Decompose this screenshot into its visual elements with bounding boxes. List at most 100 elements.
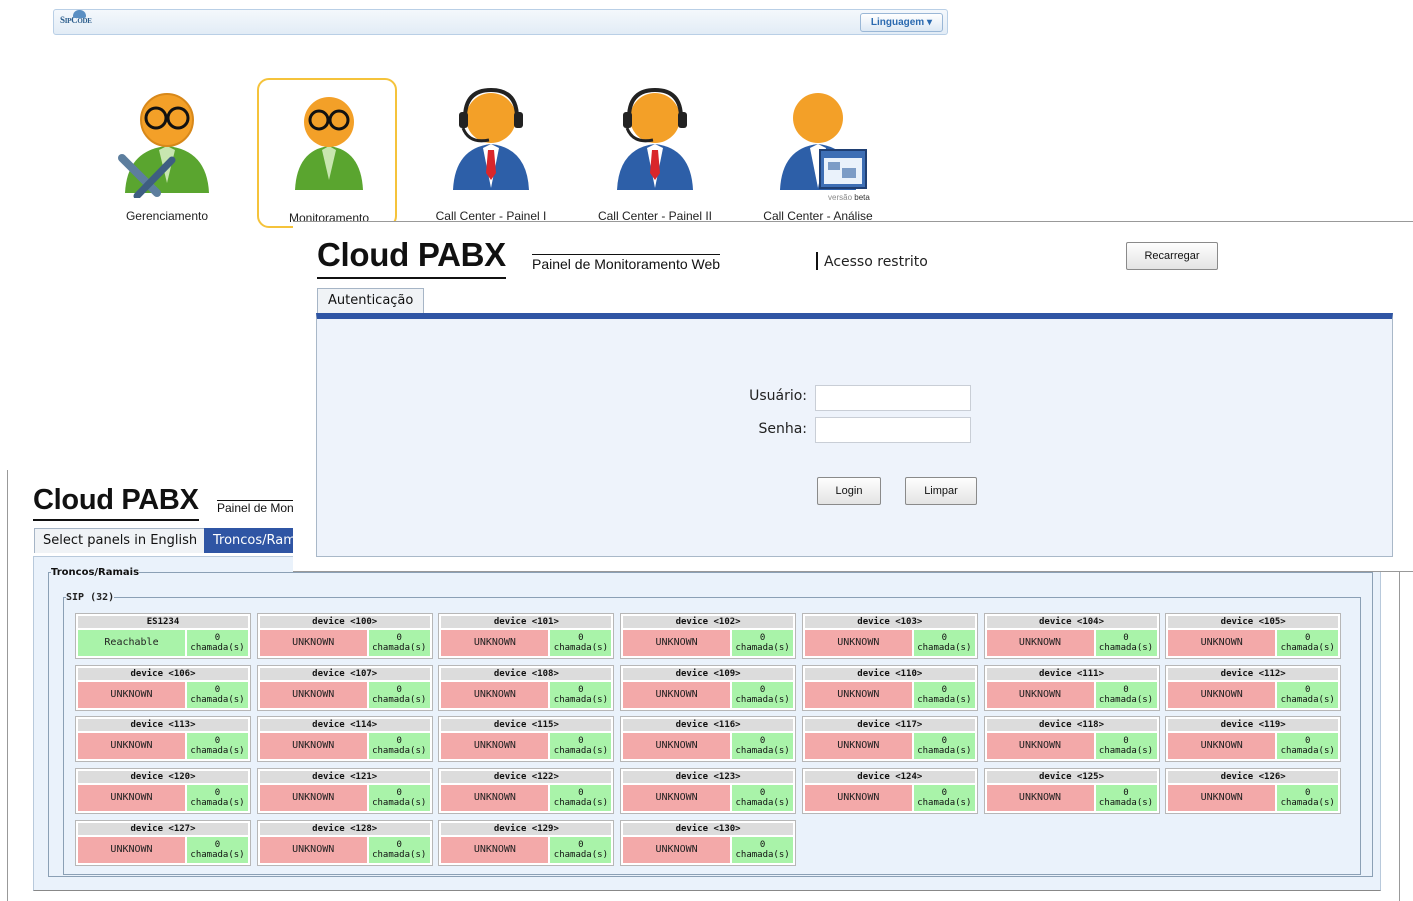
calls-count: 0 xyxy=(214,839,221,850)
device-calls: 0 chamada(s) xyxy=(1095,630,1157,656)
calls-count: 0 xyxy=(941,736,947,747)
login-button[interactable]: Login xyxy=(817,477,881,505)
device-calls: 0 chamada(s) xyxy=(1277,630,1339,656)
device-name: device <126> xyxy=(1168,771,1339,784)
device-card[interactable]: device <130> UNKNOWN 0 chamada(s) xyxy=(620,819,797,866)
calls-count: 0 xyxy=(214,736,221,747)
device-status: UNKNOWN xyxy=(259,733,367,760)
admin-tools-icon xyxy=(118,93,209,198)
device-status: UNKNOWN xyxy=(441,785,549,812)
device-status: UNKNOWN xyxy=(804,630,912,656)
device-calls: 0 chamada(s) xyxy=(550,733,612,760)
device-calls: 0 chamada(s) xyxy=(368,630,430,656)
calls-unit: chamada(s) xyxy=(372,694,427,705)
device-card[interactable]: device <128> UNKNOWN 0 chamada(s) xyxy=(256,819,433,866)
device-card[interactable]: device <116> UNKNOWN 0 chamada(s) xyxy=(620,716,797,763)
launcher-monitoramento[interactable]: Monitoramento xyxy=(257,78,397,228)
device-calls: 0 chamada(s) xyxy=(732,836,794,863)
device-card[interactable]: device <119> UNKNOWN 0 chamada(s) xyxy=(1165,716,1342,763)
device-status: UNKNOWN xyxy=(259,681,367,708)
launcher-callcenter-painel-1[interactable]: Call Center - Painel I xyxy=(421,78,561,228)
device-calls: 0 chamada(s) xyxy=(368,836,430,863)
device-card[interactable]: device <104> UNKNOWN 0 chamada(s) xyxy=(983,613,1160,659)
device-card[interactable]: device <121> UNKNOWN 0 chamada(s) xyxy=(256,768,433,815)
calls-unit: chamada(s) xyxy=(735,643,790,653)
launcher-gerenciamento[interactable]: Gerenciamento xyxy=(97,78,237,228)
device-card[interactable]: device <103> UNKNOWN 0 chamada(s) xyxy=(801,613,978,659)
device-calls: 0 chamada(s) xyxy=(1095,785,1157,812)
launcher-label: Gerenciamento xyxy=(125,209,209,223)
device-card[interactable]: device <107> UNKNOWN 0 chamada(s) xyxy=(256,664,433,711)
device-card[interactable]: device <113> UNKNOWN 0 chamada(s) xyxy=(75,716,251,763)
device-status: UNKNOWN xyxy=(986,733,1094,760)
device-name: device <100> xyxy=(259,616,430,628)
device-card[interactable]: device <125> UNKNOWN 0 chamada(s) xyxy=(983,768,1160,815)
calls-unit: chamada(s) xyxy=(1280,643,1335,653)
calls-unit: chamada(s) xyxy=(553,643,608,653)
device-card[interactable]: device <110> UNKNOWN 0 chamada(s) xyxy=(801,664,978,711)
calls-count: 0 xyxy=(941,633,947,643)
device-status: UNKNOWN xyxy=(804,785,912,812)
device-name: device <115> xyxy=(441,719,612,732)
device-card[interactable]: device <124> UNKNOWN 0 chamada(s) xyxy=(801,768,978,815)
calls-unit: chamada(s) xyxy=(1098,694,1154,705)
device-card[interactable]: device <105> UNKNOWN 0 chamada(s) xyxy=(1165,613,1342,659)
monitor-content: Troncos/Ramais SIP (32) ES1234 Reachable 0… xyxy=(33,556,1381,891)
password-input[interactable] xyxy=(815,417,971,443)
device-status: UNKNOWN xyxy=(986,681,1094,708)
device-status: UNKNOWN xyxy=(441,630,549,656)
troncos-group: Troncos/Ramais SIP (32) ES1234 Reachable 0… xyxy=(48,567,1373,877)
device-card[interactable]: device <126> UNKNOWN 0 chamada(s) xyxy=(1165,768,1342,815)
device-calls: 0 chamada(s) xyxy=(913,630,975,656)
device-card[interactable]: device <101> UNKNOWN 0 chamada(s) xyxy=(438,613,615,659)
device-card[interactable]: device <115> UNKNOWN 0 chamada(s) xyxy=(438,716,615,763)
device-card[interactable]: device <106> UNKNOWN 0 chamada(s) xyxy=(75,664,251,711)
device-card[interactable]: device <120> UNKNOWN 0 chamada(s) xyxy=(75,768,251,815)
device-card[interactable]: device <112> UNKNOWN 0 chamada(s) xyxy=(1165,664,1342,711)
device-card[interactable]: device <114> UNKNOWN 0 chamada(s) xyxy=(256,716,433,763)
device-card[interactable]: device <122> UNKNOWN 0 chamada(s) xyxy=(438,768,615,815)
device-card[interactable]: device <127> UNKNOWN 0 chamada(s) xyxy=(75,819,251,866)
device-name: device <129> xyxy=(441,822,612,835)
device-calls: 0 chamada(s) xyxy=(368,681,430,708)
device-card[interactable]: device <118> UNKNOWN 0 chamada(s) xyxy=(983,716,1160,763)
device-card[interactable]: device <117> UNKNOWN 0 chamada(s) xyxy=(801,716,978,763)
clear-button[interactable]: Limpar xyxy=(905,477,977,505)
device-calls: 0 chamada(s) xyxy=(732,733,794,760)
device-card[interactable]: device <123> UNKNOWN 0 chamada(s) xyxy=(620,768,797,815)
device-calls: 0 chamada(s) xyxy=(913,733,975,760)
password-label: Senha: xyxy=(758,421,807,437)
calls-count: 0 xyxy=(759,839,766,850)
device-card[interactable]: device <109> UNKNOWN 0 chamada(s) xyxy=(620,664,797,711)
device-card[interactable]: device <100> UNKNOWN 0 chamada(s) xyxy=(256,613,433,659)
device-calls: 0 chamada(s) xyxy=(732,630,794,656)
device-card[interactable]: ES1234 Reachable 0 chamada(s) xyxy=(75,613,251,659)
device-name: device <109> xyxy=(623,667,794,680)
device-status: UNKNOWN xyxy=(259,630,367,656)
device-card[interactable]: device <108> UNKNOWN 0 chamada(s) xyxy=(438,664,615,711)
device-status: UNKNOWN xyxy=(623,836,731,863)
device-status: UNKNOWN xyxy=(78,681,185,708)
user-input[interactable] xyxy=(815,385,971,411)
device-card[interactable]: device <129> UNKNOWN 0 chamada(s) xyxy=(438,819,615,866)
tab-select-english[interactable]: Select panels in English xyxy=(34,528,207,553)
device-card[interactable]: device <102> UNKNOWN 0 chamada(s) xyxy=(620,613,797,659)
device-calls: 0 chamada(s) xyxy=(368,785,430,812)
monitor-user-icon xyxy=(295,97,363,190)
device-status: UNKNOWN xyxy=(1168,681,1276,708)
tab-autenticacao[interactable]: Autenticação xyxy=(317,288,425,313)
launcher-callcenter-painel-2[interactable]: Call Center - Painel II xyxy=(585,78,725,228)
login-panel: Cloud PABX Painel de Monitoramento Web A… xyxy=(293,221,1413,571)
device-card[interactable]: device <111> UNKNOWN 0 chamada(s) xyxy=(983,664,1160,711)
device-status: UNKNOWN xyxy=(78,836,185,863)
language-dropdown[interactable]: Linguagem ▾ xyxy=(859,13,943,32)
calls-unit: chamada(s) xyxy=(917,746,972,757)
device-name: device <118> xyxy=(986,719,1157,732)
calls-count: 0 xyxy=(759,736,766,747)
reload-button[interactable]: Recarregar xyxy=(1126,242,1218,270)
device-status: UNKNOWN xyxy=(441,733,549,760)
top-bar: SIPCODE Linguagem ▾ xyxy=(53,9,948,35)
launcher-callcenter-analise[interactable]: Call Center - Análise xyxy=(748,78,888,228)
device-calls: 0 chamada(s) xyxy=(913,785,975,812)
device-calls: 0 chamada(s) xyxy=(550,681,612,708)
